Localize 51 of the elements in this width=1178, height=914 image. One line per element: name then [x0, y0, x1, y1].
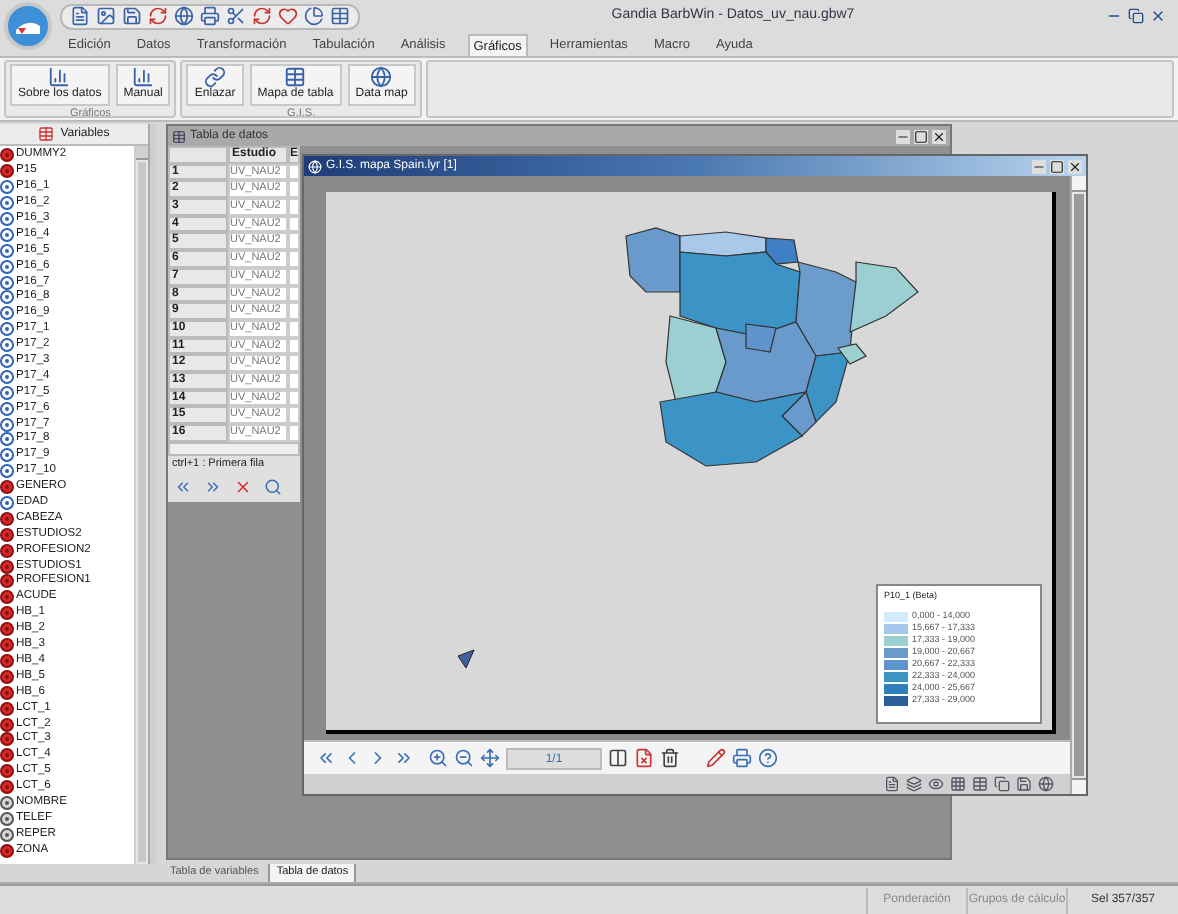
island-drawing — [457, 649, 475, 669]
table-icon — [284, 66, 307, 88]
restore-icon[interactable] — [1128, 8, 1144, 24]
globe-icon[interactable] — [174, 6, 194, 26]
globe-icon — [370, 66, 393, 88]
zoom-in-icon[interactable] — [428, 748, 448, 768]
refresh-icon[interactable] — [252, 6, 272, 26]
first-page-icon[interactable] — [316, 748, 336, 768]
search-icon[interactable] — [264, 478, 282, 497]
image-icon[interactable] — [96, 6, 116, 26]
layers-icon[interactable] — [906, 776, 922, 792]
printer-icon[interactable] — [732, 748, 752, 768]
close-icon[interactable] — [1068, 159, 1082, 173]
bar-chart-icon — [48, 66, 71, 88]
link-icon — [204, 66, 227, 88]
document-icon[interactable] — [70, 6, 90, 26]
bar-chart-icon — [132, 66, 155, 88]
grid-icon[interactable] — [950, 776, 966, 792]
table-icon[interactable] — [330, 6, 350, 26]
trash-icon[interactable] — [660, 748, 680, 768]
pencil-icon[interactable] — [706, 748, 726, 768]
file-x-icon[interactable] — [634, 748, 654, 768]
table-icon[interactable] — [172, 129, 186, 143]
refresh-icon[interactable] — [148, 6, 168, 26]
close-icon[interactable] — [1150, 8, 1166, 24]
copy-icon[interactable] — [994, 776, 1010, 792]
zoom-out-icon[interactable] — [454, 748, 474, 768]
close-icon[interactable] — [932, 129, 946, 143]
table-icon[interactable] — [972, 776, 988, 792]
last-icon[interactable] — [204, 478, 222, 497]
help-icon[interactable] — [758, 748, 778, 768]
table-icon[interactable] — [38, 126, 55, 142]
printer-icon[interactable] — [200, 6, 220, 26]
heart-icon[interactable] — [278, 6, 298, 26]
save-icon[interactable] — [1016, 776, 1032, 792]
scrollbar[interactable] — [134, 146, 148, 864]
scrollbar[interactable] — [1070, 176, 1086, 794]
last-page-icon[interactable] — [394, 748, 414, 768]
delete-icon[interactable] — [234, 478, 252, 497]
header-corner — [168, 146, 228, 164]
move-icon[interactable] — [480, 748, 500, 768]
eye-icon[interactable] — [928, 776, 944, 792]
first-icon[interactable] — [174, 478, 192, 497]
globe-icon[interactable] — [1038, 776, 1054, 792]
scissors-icon[interactable] — [226, 6, 246, 26]
save-icon[interactable] — [122, 6, 142, 26]
columns-icon[interactable] — [608, 748, 628, 768]
maximize-icon[interactable] — [1050, 159, 1064, 173]
maximize-icon[interactable] — [914, 129, 928, 143]
document-icon[interactable] — [884, 776, 900, 792]
pie-chart-icon[interactable] — [304, 6, 324, 26]
